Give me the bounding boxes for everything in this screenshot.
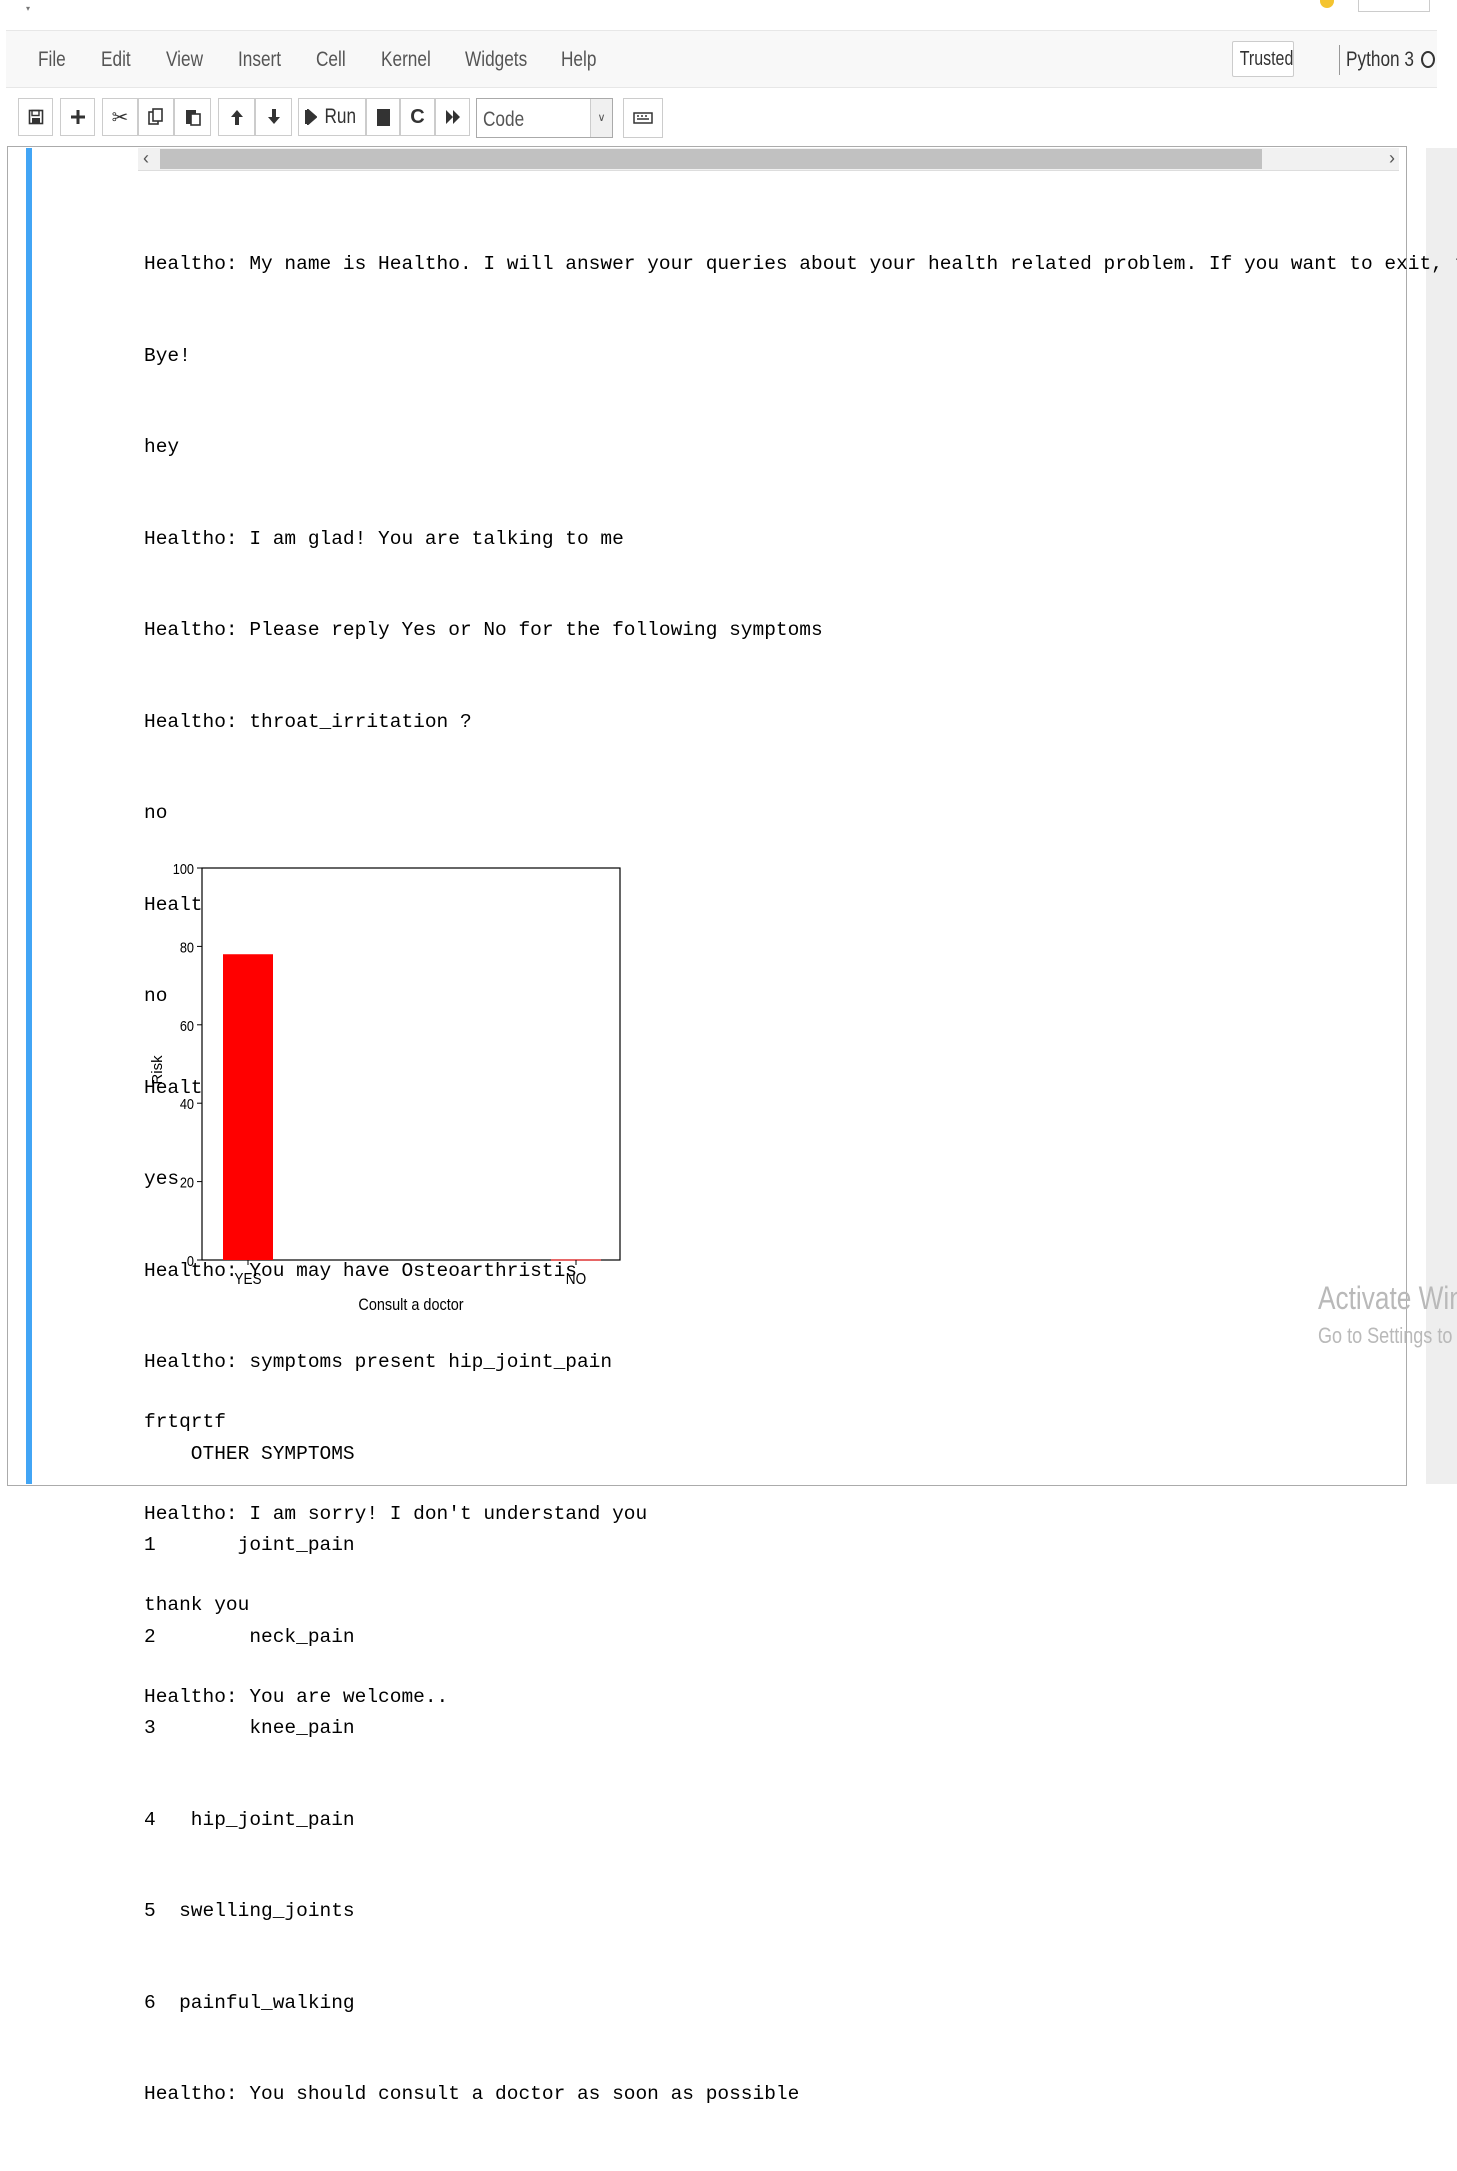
insert-cell-button[interactable]	[60, 98, 95, 136]
risk-bar-chart: 0 20 40 60 80 100 YES NO Consult a doctor Risk	[138, 854, 638, 1324]
menu-insert[interactable]: Insert	[238, 48, 281, 72]
interrupt-button[interactable]	[366, 98, 400, 136]
output-line: Healtho: You are welcome..	[144, 1685, 449, 1708]
save-button[interactable]	[18, 98, 53, 136]
x-tick-label: NO	[566, 1271, 586, 1288]
scrollbar-thumb[interactable]	[160, 149, 1262, 169]
cell-type-select[interactable]: Code ∨	[476, 98, 613, 138]
restart-button[interactable]: C	[400, 98, 435, 136]
output-line: 5 swelling_joints	[144, 1900, 355, 1922]
copy-icon	[148, 108, 163, 125]
y-axis-label: Risk	[149, 1055, 166, 1085]
y-tick-label: 100	[173, 860, 194, 877]
y-tick-label: 60	[180, 1017, 194, 1034]
output-line: Healtho: You should consult a doctor as …	[144, 2083, 800, 2105]
arrow-down-icon	[267, 109, 280, 124]
output-line: Healtho: My name is Healtho. I will answ…	[144, 253, 1457, 275]
chart-svg: 0 20 40 60 80 100 YES NO Consult a doctor Risk	[149, 860, 621, 1314]
menu-edit[interactable]: Edit	[101, 48, 131, 72]
move-up-button[interactable]	[218, 98, 255, 136]
toolbar: ✂ Run C Code ∨	[0, 96, 1457, 142]
cut-button[interactable]: ✂	[102, 98, 138, 136]
cell-output-text-after-chart: frtqrtf Healtho: I am sorry! I don't und…	[144, 1346, 1384, 1773]
chevron-down-icon: ∨	[590, 99, 612, 137]
fast-forward-icon	[445, 110, 460, 124]
output-line: no	[144, 802, 168, 824]
output-line: 6 painful_walking	[144, 1991, 355, 2014]
notebook-area: ‹ › Healtho: My name is Healtho. I will …	[0, 146, 1457, 2105]
run-label: Run	[324, 105, 356, 128]
y-tick-label: 40	[180, 1095, 194, 1112]
stop-icon	[376, 108, 390, 126]
output-line: Healtho: throat_irritation ?	[144, 710, 472, 733]
menu-widgets[interactable]: Widgets	[465, 48, 527, 72]
run-icon	[304, 109, 317, 125]
paste-button[interactable]	[174, 98, 211, 136]
page-scroll-gutter[interactable]	[1426, 148, 1457, 1484]
output-line: Healtho: Please reply Yes or No for the …	[144, 619, 823, 641]
menu-cell[interactable]: Cell	[316, 48, 346, 72]
bar	[223, 954, 273, 1260]
menu-view[interactable]: View	[166, 48, 203, 72]
menubar: File Edit View Insert Cell Kernel Widget…	[6, 30, 1437, 88]
kernel-idle-icon	[1421, 51, 1435, 68]
x-tick-label: YES	[234, 1271, 261, 1288]
output-line: Healtho: I am glad! You are talking to m…	[144, 527, 624, 550]
top-dropdown-caret: ▾	[26, 4, 31, 13]
cell-type-value: Code	[483, 108, 525, 131]
save-icon	[28, 109, 43, 125]
output-line: frtqrtf	[144, 1411, 226, 1433]
output-line: Healtho: I am sorry! I don't understand …	[144, 1502, 648, 1525]
cell-selected-indicator	[26, 148, 32, 1484]
keyboard-icon	[633, 112, 653, 124]
y-tick-label: 0	[187, 1252, 194, 1269]
y-tick-label: 80	[180, 938, 194, 955]
output-line: thank you	[144, 1594, 250, 1616]
plus-icon	[70, 110, 85, 124]
kernel-name[interactable]: Python 3	[1339, 45, 1429, 75]
top-right-box[interactable]	[1358, 0, 1430, 12]
output-line: hey	[144, 436, 180, 458]
chevron-right-icon[interactable]: ›	[1389, 148, 1395, 168]
run-button[interactable]: Run	[298, 98, 366, 136]
paste-icon	[185, 110, 201, 126]
arrow-up-icon	[230, 110, 243, 125]
kernel-label: Python 3	[1346, 48, 1414, 71]
chevron-left-icon[interactable]: ‹	[143, 148, 149, 168]
output-horizontal-scrollbar[interactable]: ‹ ›	[138, 148, 1399, 171]
menu-file[interactable]: File	[38, 48, 66, 72]
trusted-label: Trusted	[1239, 48, 1294, 70]
output-line: 4 hip_joint_pain	[144, 1808, 355, 1831]
trusted-badge[interactable]: Trusted	[1232, 41, 1294, 77]
output-line: Bye!	[144, 344, 191, 367]
x-axis-label: Consult a doctor	[358, 1296, 463, 1314]
restart-icon: C	[410, 105, 425, 128]
move-down-button[interactable]	[255, 98, 292, 136]
y-tick-label: 20	[180, 1174, 194, 1191]
menu-kernel[interactable]: Kernel	[381, 48, 431, 72]
cut-icon: ✂	[111, 106, 129, 129]
notification-dot	[1320, 0, 1334, 8]
copy-button[interactable]	[138, 98, 174, 136]
command-palette-button[interactable]	[623, 98, 663, 138]
restart-run-all-button[interactable]	[435, 98, 470, 136]
menu-help[interactable]: Help	[561, 48, 596, 72]
